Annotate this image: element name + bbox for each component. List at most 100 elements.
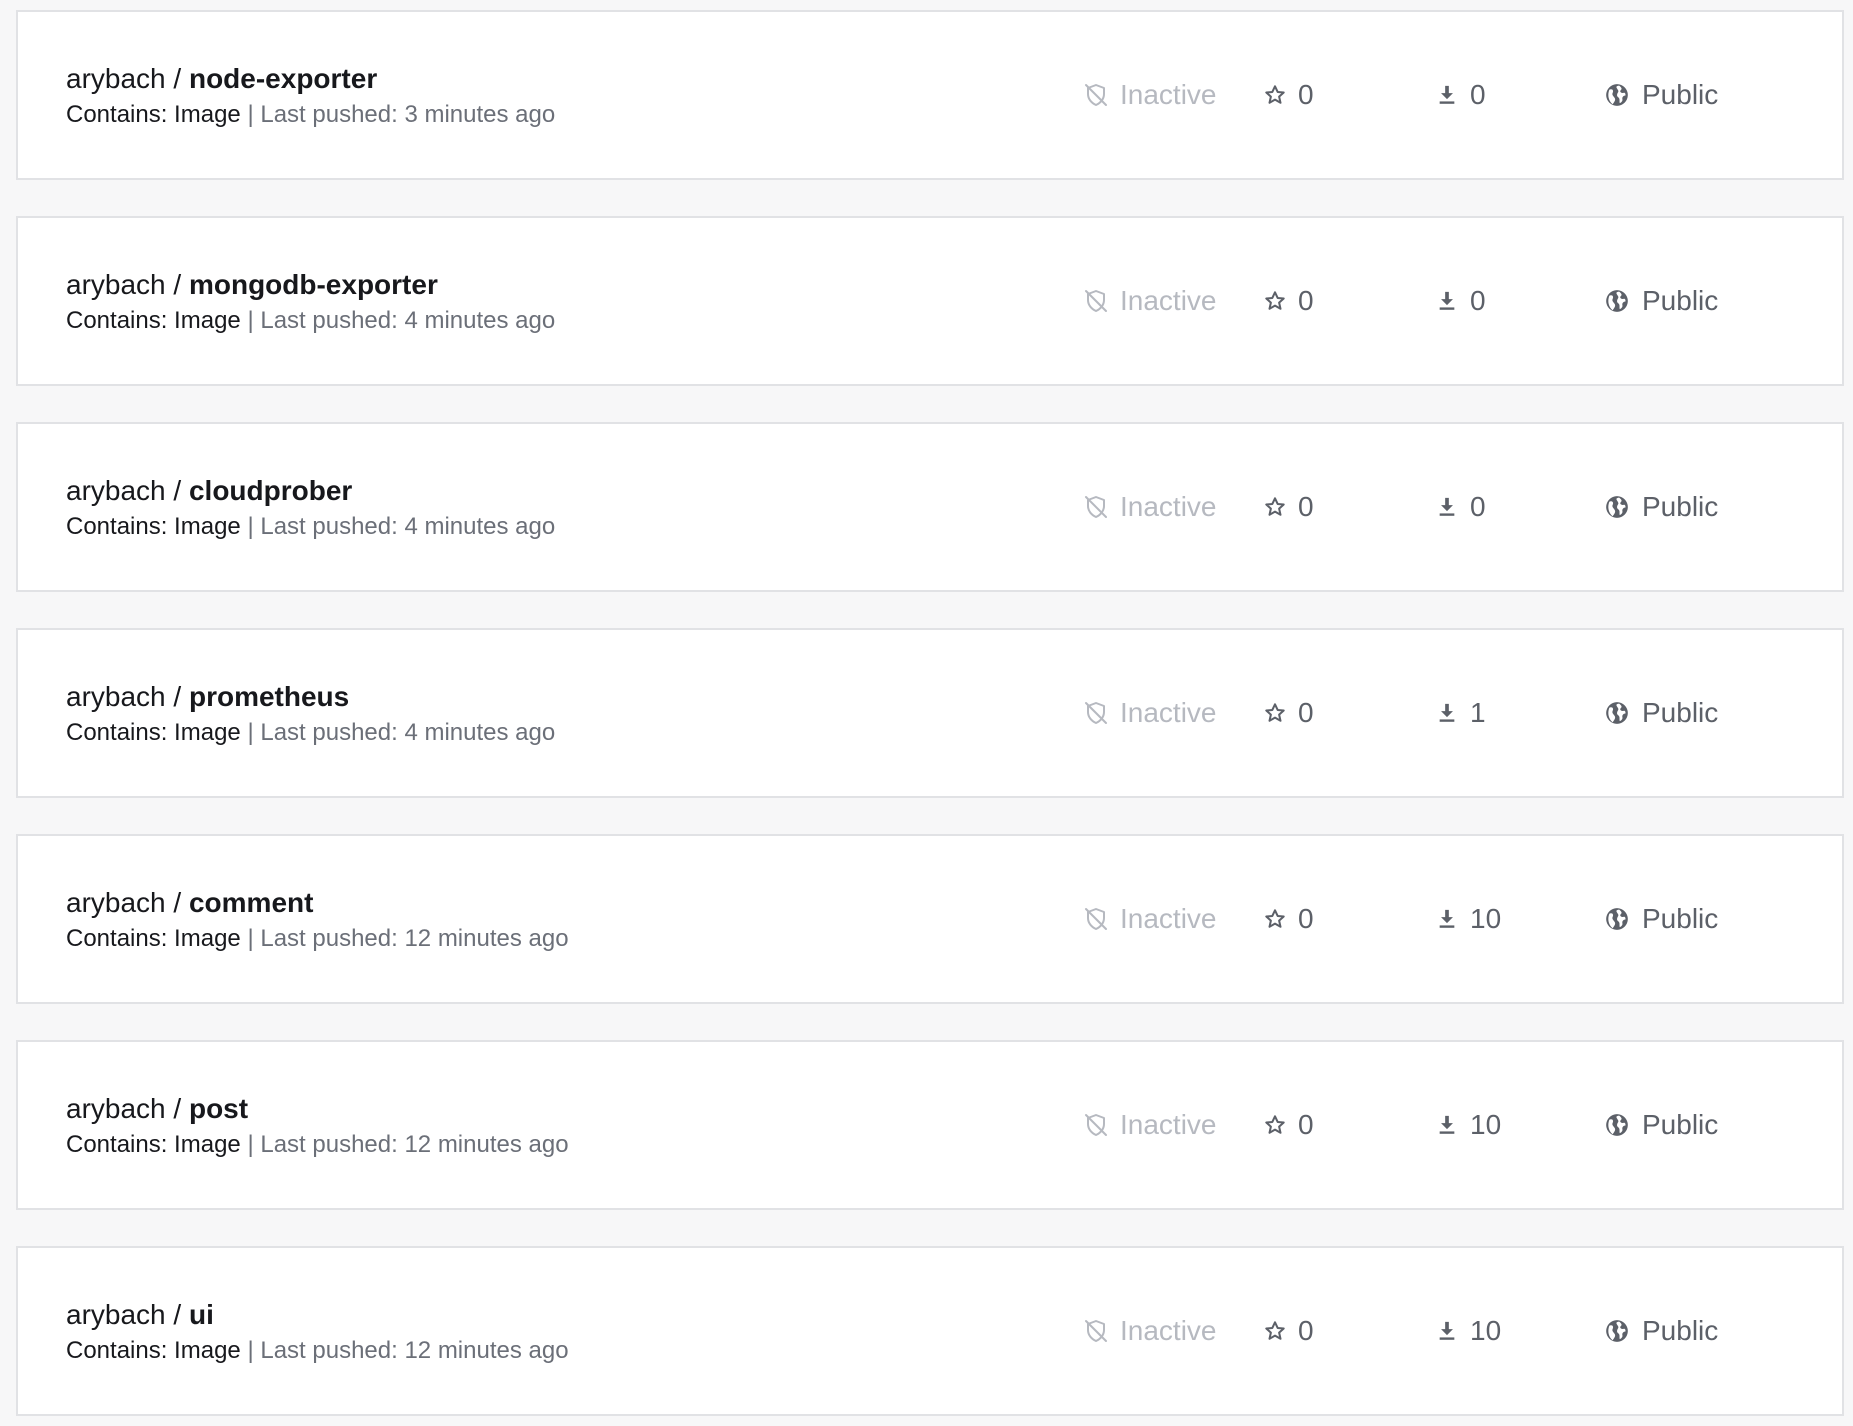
repository-list: arybach / node-exporter Contains: Image …	[0, 0, 1853, 1426]
repository-title[interactable]: arybach / node-exporter	[66, 62, 377, 96]
contains-label: Contains: Image	[66, 513, 241, 540]
repository-name: ui	[188, 1299, 214, 1330]
contains-label: Contains: Image	[66, 1337, 241, 1364]
visibility-badge: Public	[1604, 284, 1718, 318]
visibility-label: Public	[1642, 491, 1719, 522]
star-icon	[1265, 291, 1285, 310]
repository-meta: Contains: Image | Last pushed: 12 minute…	[66, 1130, 569, 1160]
meta-divider: |	[247, 101, 254, 128]
meta-divider: |	[247, 1337, 254, 1364]
repository-title[interactable]: arybach / prometheus	[66, 680, 349, 714]
visibility-label: Public	[1642, 1315, 1719, 1346]
visibility-label: Public	[1642, 697, 1719, 728]
star-count: 0	[1264, 284, 1314, 318]
download-icon	[1439, 85, 1455, 104]
star-count: 0	[1264, 1108, 1314, 1142]
contains-label: Contains: Image	[66, 719, 241, 746]
pull-count: 1	[1436, 696, 1486, 730]
meta-divider: |	[247, 513, 254, 540]
star-count: 0	[1264, 490, 1314, 524]
last-pushed: Last pushed: 12 minutes ago	[260, 1337, 569, 1364]
title-separator: /	[173, 887, 182, 918]
visibility-badge: Public	[1604, 1314, 1718, 1348]
shield-off-icon	[1085, 1320, 1107, 1342]
pulls-value: 0	[1470, 79, 1486, 110]
meta-divider: |	[247, 1131, 254, 1158]
status-label: Inactive	[1120, 285, 1217, 316]
repository-namespace: arybach	[66, 681, 166, 712]
status-indicator: Inactive	[1084, 1108, 1217, 1142]
download-icon	[1439, 1115, 1455, 1134]
last-pushed: Last pushed: 4 minutes ago	[260, 719, 556, 746]
stars-value: 0	[1298, 1109, 1314, 1140]
status-indicator: Inactive	[1084, 78, 1217, 112]
visibility-badge: Public	[1604, 78, 1718, 112]
repository-namespace: arybach	[66, 887, 166, 918]
stars-value: 0	[1298, 903, 1314, 934]
repository-card[interactable]: arybach / prometheus Contains: Image | L…	[16, 628, 1844, 798]
repository-card[interactable]: arybach / post Contains: Image | Last pu…	[16, 1040, 1844, 1210]
star-icon	[1265, 85, 1285, 104]
globe-icon	[1606, 702, 1628, 724]
globe-icon	[1606, 496, 1628, 518]
repository-name: comment	[188, 887, 314, 918]
repository-title[interactable]: arybach / comment	[66, 886, 313, 920]
star-count: 0	[1264, 902, 1314, 936]
stars-value: 0	[1298, 79, 1314, 110]
repository-meta: Contains: Image | Last pushed: 12 minute…	[66, 924, 569, 954]
status-label: Inactive	[1120, 79, 1217, 110]
repository-card[interactable]: arybach / comment Contains: Image | Last…	[16, 834, 1844, 1004]
title-separator: /	[173, 681, 182, 712]
shield-off-icon	[1085, 84, 1107, 106]
contains-label: Contains: Image	[66, 1131, 241, 1158]
status-label: Inactive	[1120, 903, 1217, 934]
contains-label: Contains: Image	[66, 307, 241, 334]
repository-title[interactable]: arybach / post	[66, 1092, 248, 1126]
repository-name: post	[188, 1093, 249, 1124]
title-separator: /	[173, 1299, 182, 1330]
repository-title[interactable]: arybach / ui	[66, 1298, 214, 1332]
last-pushed: Last pushed: 4 minutes ago	[260, 307, 556, 334]
repository-meta: Contains: Image | Last pushed: 4 minutes…	[66, 718, 555, 748]
last-pushed: Last pushed: 12 minutes ago	[260, 1131, 569, 1158]
download-icon	[1439, 1321, 1455, 1340]
globe-icon	[1606, 1114, 1628, 1136]
status-indicator: Inactive	[1084, 1314, 1217, 1348]
stars-value: 0	[1298, 697, 1314, 728]
pulls-value: 1	[1470, 697, 1486, 728]
visibility-label: Public	[1642, 903, 1719, 934]
pull-count: 0	[1436, 78, 1486, 112]
globe-icon	[1606, 1320, 1628, 1342]
star-count: 0	[1264, 1314, 1314, 1348]
repository-name: mongodb-exporter	[188, 269, 438, 300]
shield-off-icon	[1085, 1114, 1107, 1136]
visibility-label: Public	[1642, 79, 1719, 110]
status-indicator: Inactive	[1084, 490, 1217, 524]
repository-card[interactable]: arybach / node-exporter Contains: Image …	[16, 10, 1844, 180]
repository-meta: Contains: Image | Last pushed: 4 minutes…	[66, 306, 555, 336]
title-separator: /	[173, 1093, 182, 1124]
meta-divider: |	[247, 307, 254, 334]
status-label: Inactive	[1120, 1315, 1217, 1346]
download-icon	[1439, 291, 1455, 310]
repository-title[interactable]: arybach / mongodb-exporter	[66, 268, 438, 302]
globe-icon	[1606, 84, 1628, 106]
status-indicator: Inactive	[1084, 902, 1217, 936]
pulls-value: 10	[1470, 1109, 1502, 1140]
repository-namespace: arybach	[66, 1093, 166, 1124]
repository-card[interactable]: arybach / ui Contains: Image | Last push…	[16, 1246, 1844, 1416]
stars-value: 0	[1298, 491, 1314, 522]
repository-title[interactable]: arybach / cloudprober	[66, 474, 352, 508]
visibility-label: Public	[1642, 1109, 1719, 1140]
shield-off-icon	[1085, 496, 1107, 518]
pull-count: 10	[1436, 1108, 1501, 1142]
stars-value: 0	[1298, 285, 1314, 316]
repository-name: prometheus	[188, 681, 350, 712]
star-count: 0	[1264, 696, 1314, 730]
repository-meta: Contains: Image | Last pushed: 3 minutes…	[66, 100, 555, 130]
repository-card[interactable]: arybach / cloudprober Contains: Image | …	[16, 422, 1844, 592]
pull-count: 10	[1436, 1314, 1501, 1348]
last-pushed: Last pushed: 3 minutes ago	[260, 101, 556, 128]
download-icon	[1439, 909, 1455, 928]
repository-card[interactable]: arybach / mongodb-exporter Contains: Ima…	[16, 216, 1844, 386]
